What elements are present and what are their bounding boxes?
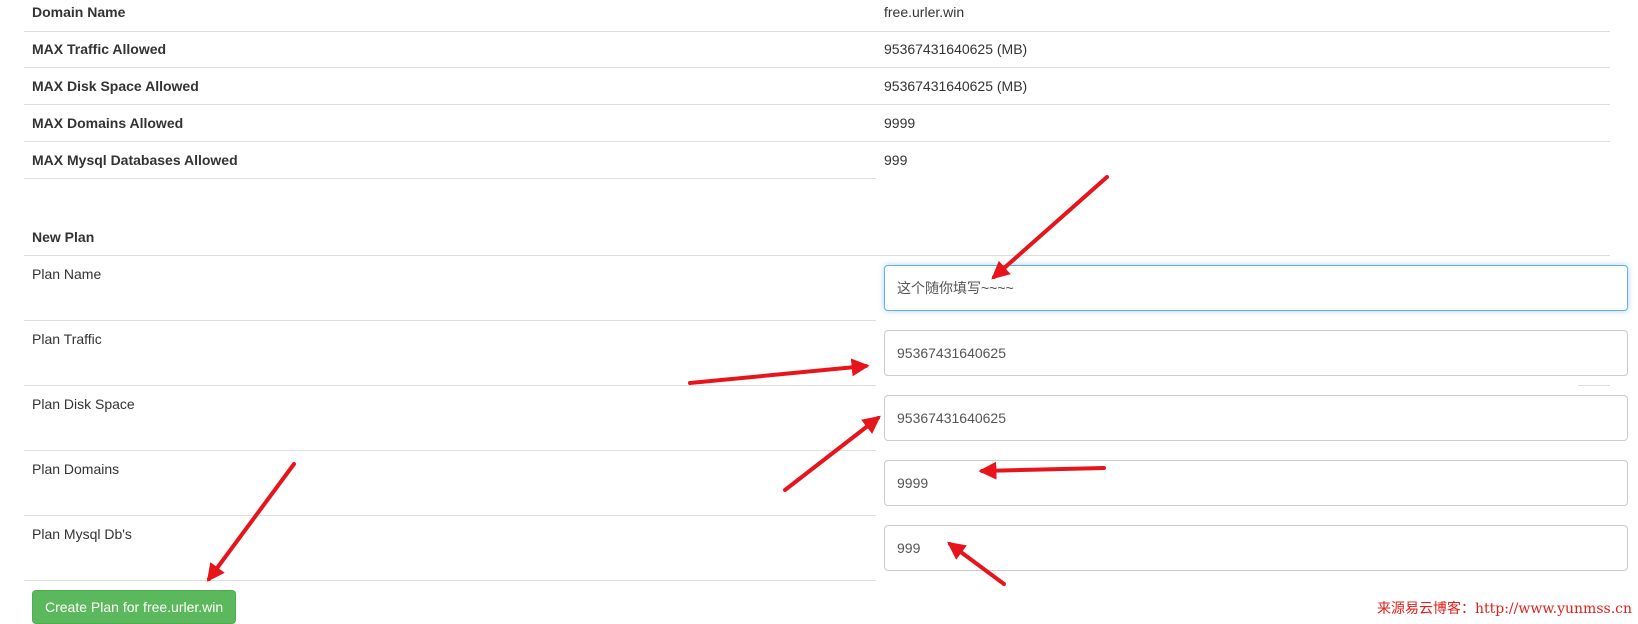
watermark: 来源易云博客：http://www.yunmss.cn xyxy=(1376,601,1632,617)
arrow-to-plan-name-icon xyxy=(991,175,1109,280)
annotation-arrows xyxy=(206,175,1109,586)
arrow-to-plan-mysql-icon xyxy=(947,541,1006,586)
arrow-to-plan-disk-space-icon xyxy=(783,415,881,492)
arrow-to-plan-domains-icon xyxy=(978,461,1106,480)
arrow-to-create-button-icon xyxy=(206,462,296,582)
arrow-to-plan-traffic-icon xyxy=(688,358,870,385)
